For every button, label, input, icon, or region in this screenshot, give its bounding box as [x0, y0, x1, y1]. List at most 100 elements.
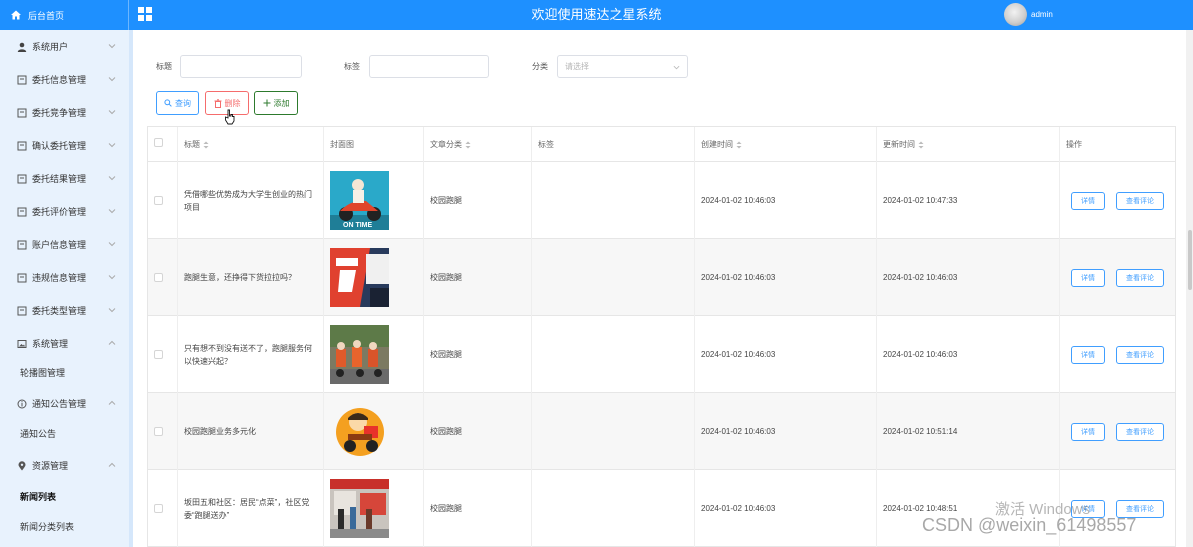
title-filter-input[interactable] — [180, 55, 302, 78]
home-link[interactable]: 后台首页 — [0, 0, 129, 30]
doc-icon — [17, 108, 27, 117]
top-bar: 后台首页 欢迎使用速达之星系统 admin — [0, 0, 1193, 30]
menu-grid-icon[interactable] — [138, 7, 152, 21]
category-select-placeholder: 请选择 — [565, 62, 589, 71]
delete-button-label: 删除 — [224, 98, 241, 108]
table-row: 校园跑腿业务多元化 校园跑腿 2024-01-02 10:46:03 2024-… — [148, 393, 1175, 470]
cover-cell — [324, 470, 424, 547]
view-comments-button[interactable]: 查看评论 — [1116, 268, 1164, 287]
doc-icon — [17, 174, 27, 183]
category-filter-label: 分类 — [532, 62, 548, 71]
row-checkbox[interactable] — [154, 427, 163, 436]
detail-button[interactable]: 详情 — [1071, 422, 1105, 441]
add-button[interactable]: 添加 — [254, 91, 298, 115]
detail-button[interactable]: 详情 — [1071, 345, 1105, 364]
header-updated[interactable]: 更新时间 — [877, 127, 1060, 162]
category-select[interactable]: 请选择 — [557, 55, 688, 78]
created-cell: 2024-01-02 10:46:03 — [695, 316, 877, 393]
view-comments-button[interactable]: 查看评论 — [1116, 191, 1164, 210]
sidebar-item-label: 委托信息管理 — [32, 75, 87, 85]
updated-cell: 2024-01-02 10:51:14 — [877, 393, 1060, 470]
sidebar-sub-notice[interactable]: 通知公告 — [0, 418, 129, 448]
doc-icon — [17, 141, 27, 150]
select-all-checkbox[interactable] — [154, 138, 163, 147]
header-created[interactable]: 创建时间 — [695, 127, 877, 162]
sidebar-item-users[interactable]: 系统用户 — [0, 30, 129, 63]
updated-cell: 2024-01-02 10:46:03 — [877, 239, 1060, 316]
sidebar-sub-news-category[interactable]: 新闻分类列表 — [0, 511, 129, 541]
header-updated-text: 更新时间 — [883, 140, 915, 149]
sidebar-sub-carousel[interactable]: 轮播图管理 — [0, 357, 129, 387]
tags-cell — [532, 162, 695, 239]
plus-icon — [263, 99, 270, 107]
sidebar-item-label: 委托竞争管理 — [32, 108, 87, 118]
view-comments-button[interactable]: 查看评论 — [1116, 345, 1164, 364]
updated-cell: 2024-01-02 10:47:33 — [877, 162, 1060, 239]
header-created-text: 创建时间 — [701, 140, 733, 149]
header-select-all[interactable] — [148, 127, 178, 162]
table-row: 跑腿生意，还挣得下货拉拉吗？ 校园跑腿 2024-01-02 10:46:03 … — [148, 239, 1175, 316]
sidebar-item-notice-management[interactable]: 通知公告管理 — [0, 387, 129, 420]
doc-icon — [17, 273, 27, 282]
sidebar-item-label: 委托结果管理 — [32, 174, 87, 184]
row-select-cell — [148, 162, 178, 239]
created-cell: 2024-01-02 10:46:03 — [695, 162, 877, 239]
tag-filter-input[interactable] — [369, 55, 489, 78]
cover-image-scooter-delivery[interactable]: ON TIME — [330, 171, 389, 230]
view-comments-button[interactable]: 查看评论 — [1116, 422, 1164, 441]
sidebar-item-commission-review[interactable]: 委托评价管理 — [0, 195, 129, 228]
created-cell: 2024-01-02 10:46:03 — [695, 470, 877, 547]
avatar[interactable] — [1004, 3, 1027, 26]
ops-cell: 详情 查看评论 — [1060, 239, 1175, 316]
sidebar-item-confirm-commission[interactable]: 确认委托管理 — [0, 129, 129, 162]
sidebar-item-label: 系统用户 — [32, 42, 69, 52]
image-icon — [17, 339, 27, 348]
detail-button[interactable]: 详情 — [1071, 268, 1105, 287]
tag-filter-label: 标签 — [344, 62, 360, 71]
cover-image-freight-sign[interactable] — [330, 248, 389, 307]
header-category[interactable]: 文章分类 — [424, 127, 532, 162]
updated-cell: 2024-01-02 10:46:03 — [877, 316, 1060, 393]
row-checkbox[interactable] — [154, 196, 163, 205]
row-select-cell — [148, 316, 178, 393]
cover-image-riders-group[interactable] — [330, 325, 389, 384]
row-checkbox[interactable] — [154, 504, 163, 513]
sidebar-item-commission-type[interactable]: 委托类型管理 — [0, 294, 129, 327]
detail-button[interactable]: 详情 — [1071, 191, 1105, 210]
header-title[interactable]: 标题 — [178, 127, 324, 162]
doc-icon — [17, 75, 27, 84]
table-header: 标题 封面图 文章分类 标签 创建时间 更新时间 操作 — [148, 127, 1175, 162]
sidebar-item-system[interactable]: 系统管理 — [0, 327, 129, 360]
sidebar-item-commission-result[interactable]: 委托结果管理 — [0, 162, 129, 195]
header-cover: 封面图 — [324, 127, 424, 162]
info-icon — [17, 399, 27, 408]
cover-image-community-stall[interactable] — [330, 479, 389, 538]
sidebar-item-commission-info[interactable]: 委托信息管理 — [0, 63, 129, 96]
sidebar-item-label: 委托评价管理 — [32, 207, 87, 217]
category-cell: 校园跑腿 — [424, 393, 532, 470]
home-icon — [11, 10, 21, 20]
chevron-down-icon — [108, 308, 116, 313]
user-icon — [17, 42, 27, 52]
row-checkbox[interactable] — [154, 273, 163, 282]
chevron-down-icon — [108, 242, 116, 247]
row-checkbox[interactable] — [154, 350, 163, 359]
search-button[interactable]: 查询 — [156, 91, 199, 115]
sidebar-item-commission-competition[interactable]: 委托竞争管理 — [0, 96, 129, 129]
home-label: 后台首页 — [28, 10, 65, 21]
sidebar-item-label: 确认委托管理 — [32, 141, 87, 151]
sidebar-item-label: 系统管理 — [32, 339, 69, 349]
ops-cell: 详情 查看评论 — [1060, 162, 1175, 239]
page-scrollbar-thumb[interactable] — [1188, 230, 1192, 290]
search-icon — [164, 99, 172, 107]
sidebar-item-account-info[interactable]: 账户信息管理 — [0, 228, 129, 261]
sidebar-item-resources[interactable]: 资源管理 — [0, 449, 129, 482]
title-cell: 跑腿生意，还挣得下货拉拉吗？ — [178, 239, 324, 316]
add-button-label: 添加 — [273, 98, 290, 108]
sidebar-sub-news-list[interactable]: 新闻列表 — [0, 481, 129, 511]
username[interactable]: admin — [1031, 0, 1053, 30]
sidebar-item-violation-info[interactable]: 违规信息管理 — [0, 261, 129, 294]
news-table: 标题 封面图 文章分类 标签 创建时间 更新时间 操作 凭借哪些优势成为大学生创… — [147, 126, 1176, 547]
cover-image-delivery-mascot[interactable] — [330, 402, 389, 461]
trash-icon — [214, 98, 221, 108]
